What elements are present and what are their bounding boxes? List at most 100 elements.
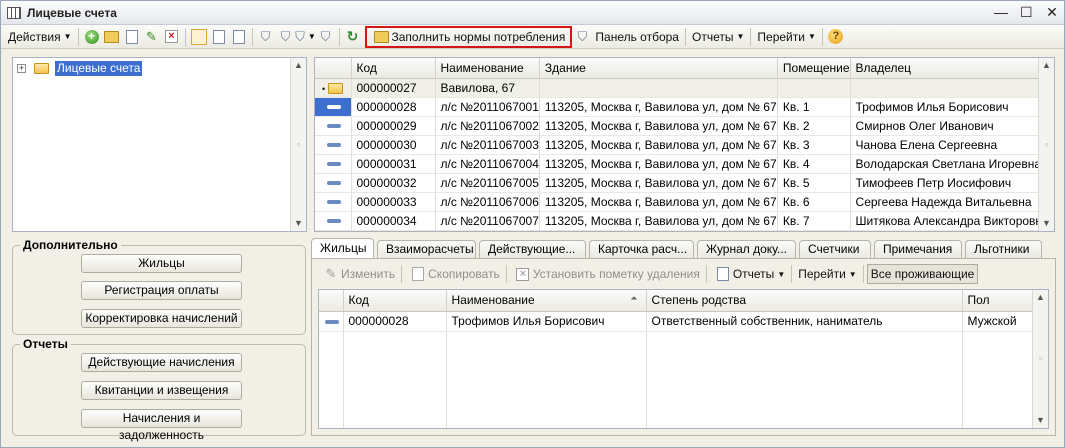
clear-filter-button[interactable]: ⛉ (318, 29, 334, 45)
tab-notes[interactable]: Примечания (874, 240, 962, 258)
residents-button[interactable]: Жильцы (81, 254, 242, 273)
filter-button[interactable]: ⛉ (258, 29, 274, 45)
delete-button[interactable]: × (164, 29, 180, 45)
charges-correction-button[interactable]: Корректировка начислений (81, 309, 242, 328)
residents-header-row: Код Наименование ⏶ Степень родства Пол (319, 290, 1033, 312)
list-icon (212, 29, 225, 44)
filter-panel-icon: ⛉ (574, 29, 590, 45)
table-row[interactable]: 000000032 л/с №2011067005 113205, Москва… (315, 173, 1050, 193)
tree-view-button[interactable] (190, 28, 207, 45)
tab-beneficiaries[interactable]: Льготники (965, 240, 1042, 258)
help-icon: ? (828, 29, 844, 44)
table-row[interactable]: 000000028 л/с №2011067001 113205, Москва… (315, 97, 1050, 117)
toolbar-separator (684, 27, 686, 46)
expand-icon[interactable]: + (17, 64, 26, 73)
funnel-icon: ⛉ (577, 28, 588, 44)
resident-goto-menu[interactable]: Перейти ▼ (795, 264, 859, 284)
add-group-button[interactable] (104, 29, 120, 45)
filter-value-button[interactable]: ⛉ (278, 29, 294, 45)
column-name[interactable]: Наименование (435, 58, 540, 79)
resident-goto-label: Перейти (798, 267, 846, 281)
column-marker (315, 58, 352, 79)
refresh-button[interactable]: ↻ (345, 28, 361, 45)
tab-documents-journal[interactable]: Журнал доку... (697, 240, 796, 258)
row-marker (315, 192, 352, 212)
plus-icon: + (84, 29, 99, 44)
copy-resident-button[interactable]: Скопировать (405, 264, 503, 284)
column-code[interactable]: Код (343, 290, 447, 312)
copy-button[interactable] (124, 29, 140, 45)
column-sex[interactable]: Пол (962, 290, 1033, 312)
column-relation[interactable]: Степень родства (646, 290, 963, 312)
scroll-marker-icon: ▫ (1039, 354, 1042, 363)
cell-owner: Тимофеев Петр Иосифович (850, 173, 1050, 193)
resident-reports-label: Отчеты (732, 267, 775, 281)
cell-owner: Шитякова Александра Викторовна (850, 211, 1050, 231)
column-owner[interactable]: Владелец (850, 58, 1050, 79)
scroll-up-icon[interactable]: ▲ (291, 58, 306, 73)
minimize-button[interactable]: — (994, 4, 1008, 20)
table-row[interactable]: 000000031 л/с №2011067004 113205, Москва… (315, 154, 1050, 174)
tree-root-row[interactable]: + Лицевые счета (17, 61, 143, 76)
scroll-up-icon[interactable]: ▲ (1039, 58, 1054, 73)
tab-settlements[interactable]: Взаиморасчеты (377, 240, 476, 258)
cell-owner: Володарская Светлана Игоревна (850, 154, 1050, 174)
filter-list-button[interactable]: ⛉ ▼ (295, 29, 316, 45)
tab-account-card[interactable]: Карточка расч... (589, 240, 694, 258)
scroll-down-icon[interactable]: ▼ (1033, 413, 1048, 428)
folder-gear-icon (374, 30, 389, 43)
table-row[interactable]: 000000029 л/с №2011067002 113205, Москва… (315, 116, 1050, 136)
dropdown-arrow-icon: ▼ (307, 32, 316, 41)
grid-scrollbar[interactable]: ▲ ▫ ▼ (1038, 58, 1054, 231)
tree-scrollbar[interactable]: ▲ ▫ ▼ (290, 58, 306, 231)
column-name[interactable]: Наименование ⏶ (446, 290, 647, 312)
group-row[interactable]: • 000000027 Вавилова, 67 (315, 78, 1050, 98)
mark-delete-button[interactable]: × Установить пометку удаления (510, 264, 703, 284)
toolbar-separator (338, 27, 340, 46)
receipts-button[interactable]: Квитанции и извещения (81, 381, 242, 400)
edit-resident-button[interactable]: ✎ Изменить (318, 264, 398, 284)
column-room[interactable]: Помещение (777, 58, 851, 79)
tree-panel[interactable]: + Лицевые счета ▲ ▫ ▼ (12, 57, 307, 232)
item-icon (327, 162, 341, 167)
toolbar-separator (251, 27, 253, 46)
tab-active-charges[interactable]: Действующие... (479, 240, 586, 258)
help-button[interactable]: ? (828, 29, 844, 45)
actions-menu[interactable]: Действия ▼ (5, 27, 75, 47)
group-name: Вавилова, 67 (435, 78, 540, 98)
fill-norms-button[interactable]: Заполнить нормы потребления (364, 25, 573, 48)
goto-menu[interactable]: Перейти ▼ (754, 27, 818, 47)
table-row[interactable]: 000000028 Трофимов Илья Борисович Ответс… (319, 311, 1033, 332)
residents-scrollbar[interactable]: ▲ ▫ ▼ (1032, 290, 1048, 428)
list-view-button[interactable] (211, 29, 227, 45)
add-button[interactable]: + (84, 29, 100, 45)
column-building[interactable]: Здание (539, 58, 778, 79)
scroll-up-icon[interactable]: ▲ (1033, 290, 1048, 305)
accounts-grid[interactable]: Код Наименование Здание Помещение Владел… (314, 57, 1055, 232)
scroll-down-icon[interactable]: ▼ (1039, 216, 1054, 231)
edit-button[interactable]: ✎ (144, 29, 160, 45)
cell-owner: Смирнов Олег Иванович (850, 116, 1050, 136)
tree-root-label[interactable]: Лицевые счета (55, 61, 143, 76)
filter-panel-button[interactable]: Панель отбора (592, 27, 682, 47)
hierarchy-button[interactable] (231, 29, 247, 45)
resident-reports-menu[interactable]: Отчеты ▼ (710, 264, 788, 284)
table-row[interactable]: 000000034 л/с №2011067007 113205, Москва… (315, 211, 1050, 231)
charges-debts-button[interactable]: Начисления и задолженность (81, 409, 242, 442)
table-row[interactable]: 000000030 л/с №2011067003 113205, Москва… (315, 135, 1050, 155)
residents-grid[interactable]: Код Наименование ⏶ Степень родства Пол 00… (318, 289, 1049, 429)
table-row[interactable]: 000000033 л/с №2011067006 113205, Москва… (315, 192, 1050, 212)
pencil-icon: ✎ (146, 28, 157, 44)
close-button[interactable]: ✕ (1046, 4, 1058, 20)
tab-meters[interactable]: Счетчики (799, 240, 871, 258)
maximize-button[interactable]: ☐ (1020, 4, 1033, 20)
cell-building: 113205, Москва г, Вавилова ул, дом № 67 (539, 154, 778, 174)
residents-tab-panel: ✎ Изменить Скопировать × Установить поме… (311, 258, 1056, 436)
reports-menu[interactable]: Отчеты ▼ (689, 27, 747, 47)
scroll-down-icon[interactable]: ▼ (291, 216, 306, 231)
tab-residents[interactable]: Жильцы (311, 238, 374, 258)
all-residents-button[interactable]: Все проживающие (866, 264, 979, 284)
payment-registration-button[interactable]: Регистрация оплаты (81, 281, 242, 300)
active-charges-button[interactable]: Действующие начисления (81, 353, 242, 372)
column-code[interactable]: Код (351, 58, 436, 79)
